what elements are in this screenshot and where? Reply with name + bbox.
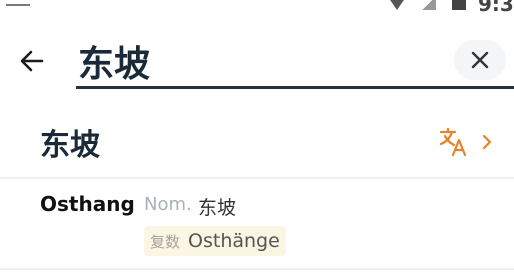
status-bar: 9:37	[0, 0, 514, 16]
search-underline	[76, 86, 514, 89]
plural-label: 复数	[150, 232, 181, 251]
app-screen: 9:37 东坡	[0, 0, 514, 272]
translate-icon	[439, 127, 467, 157]
signal-icon	[420, 0, 436, 10]
entry-translation: 东坡	[198, 197, 237, 219]
entry-word: Osthang	[40, 192, 135, 216]
plural-chip: 复数 Osthänge	[144, 226, 286, 256]
close-icon	[471, 51, 489, 69]
translate-button[interactable]	[438, 124, 498, 160]
divider	[0, 177, 514, 179]
status-time: 9:37	[478, 0, 514, 16]
search-input[interactable]	[76, 36, 438, 86]
wifi-icon	[386, 0, 408, 10]
plural-form: Osthänge	[188, 230, 280, 252]
dictionary-entry[interactable]: Osthang Nom. 东坡 复数 Osthänge	[0, 186, 514, 272]
arrow-left-icon	[20, 50, 44, 72]
part-of-speech: Nom.	[144, 194, 192, 215]
divider	[0, 268, 514, 270]
result-header[interactable]: 东坡	[0, 114, 514, 174]
search-toolbar	[0, 36, 514, 89]
chevron-right-icon	[482, 134, 492, 150]
keyboard-icon	[6, 0, 30, 6]
back-button[interactable]	[12, 44, 52, 78]
clear-search-button[interactable]	[454, 40, 506, 80]
battery-icon	[452, 0, 466, 10]
headword: 东坡	[40, 128, 100, 163]
